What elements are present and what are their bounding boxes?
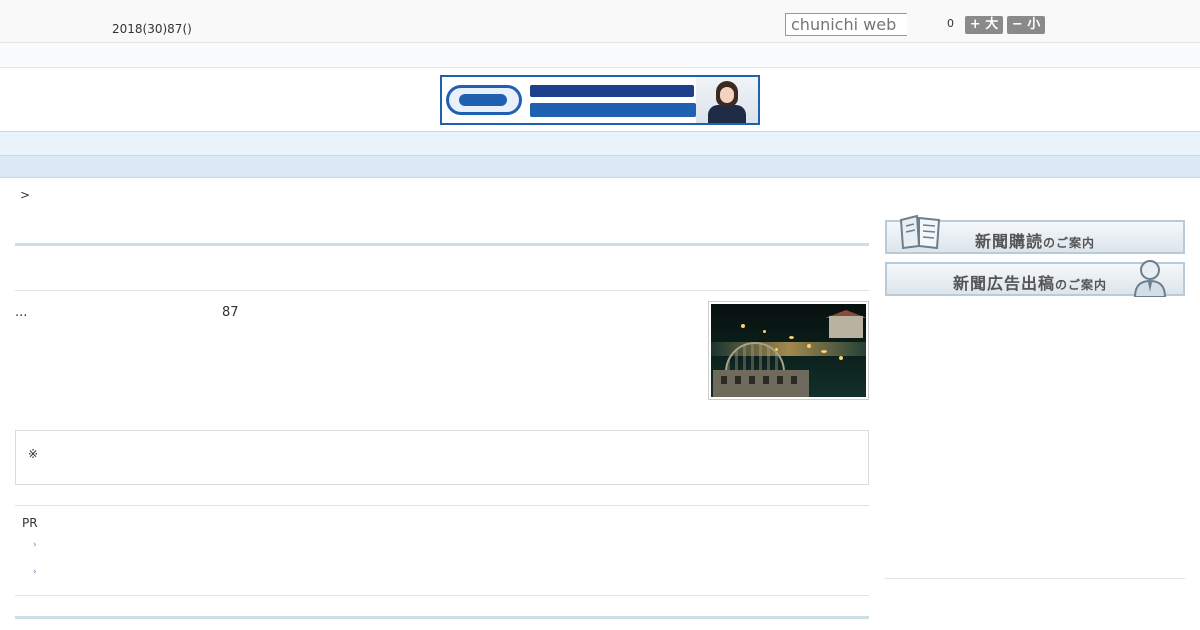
banner-student-photo [696,77,758,123]
subscription-guide-label: 新聞購読のご案内 [975,232,1096,251]
advertising-guide-label: 新聞広告出稿のご案内 [953,274,1108,293]
font-size-decrease-button[interactable]: − 小 [1007,16,1045,34]
pr-label: PR [22,516,38,530]
title-divider [15,243,869,246]
search-count: 0 [947,17,954,30]
education-site-banner[interactable] [440,75,760,125]
font-size-increase-button[interactable]: + 大 [965,16,1003,34]
banner-subline-shape [530,103,696,117]
top-utility-bar: 2018(30)87() 0 + 大 − 小 [0,0,1200,43]
footer-divider [15,616,869,619]
header-sub-bar [0,43,1200,68]
newspaper-icon [899,214,941,250]
section-divider [15,290,869,291]
current-date: 2018(30)87() [112,22,192,36]
atomic-bomb-dome-night-photo [711,304,866,397]
banner-headline-shape [530,85,694,97]
pr-link-2-arrow-icon[interactable]: › [33,567,37,577]
article-photo[interactable] [708,301,869,400]
advertising-guide-button[interactable]: 新聞広告出稿のご案内 [885,260,1185,297]
breadcrumb[interactable]: > [20,188,30,202]
businessman-icon [1133,260,1167,297]
pr-bottom-divider [15,595,869,596]
global-nav [0,131,1200,156]
search-input[interactable] [785,13,907,36]
article-lead: ... [15,305,28,320]
subscription-guide-button[interactable]: 新聞購読のご案内 [885,214,1185,254]
notice-text: ※ [28,447,39,461]
banner-logo-icon [446,85,522,115]
pr-top-divider [15,505,869,506]
pr-link-1-arrow-icon[interactable]: › [33,540,37,550]
sub-nav-bar [0,156,1200,178]
article-number: 87 [222,305,239,320]
notice-box: ※ [15,430,869,485]
sidebar-divider [885,578,1185,579]
